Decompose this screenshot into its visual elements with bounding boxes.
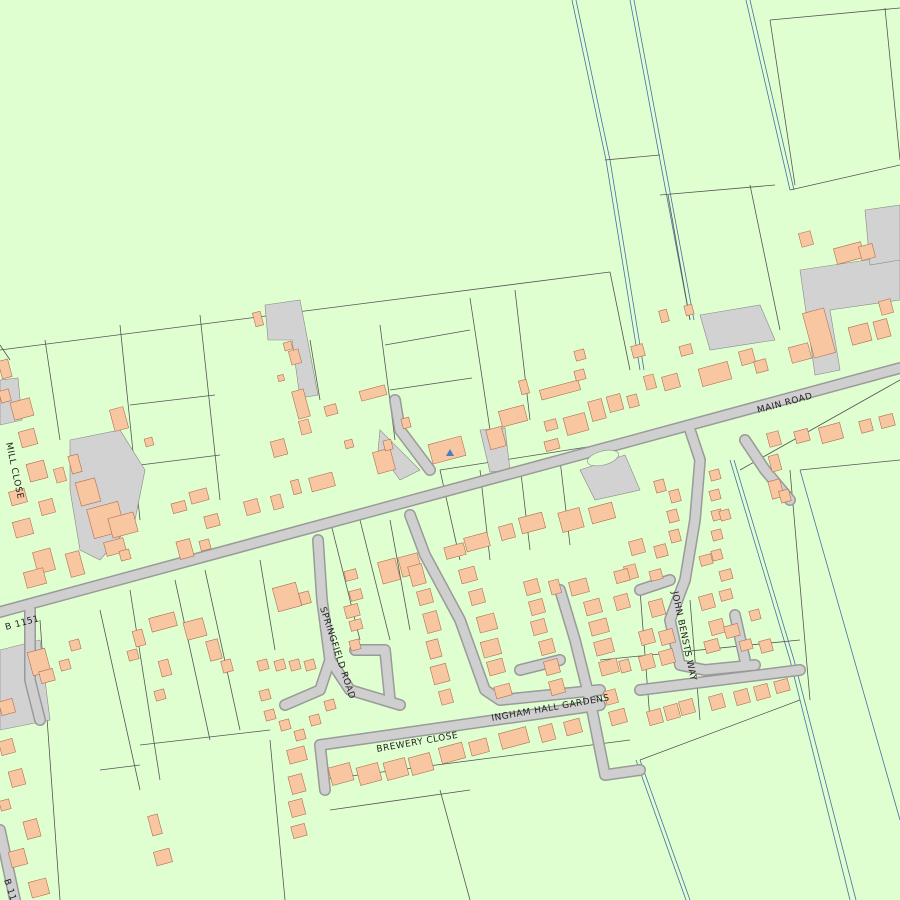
building-footprint [58, 658, 72, 672]
building-footprint [653, 543, 669, 559]
building-footprint [710, 548, 724, 562]
building-footprint [323, 698, 337, 712]
building-footprint [348, 638, 362, 652]
building-footprint [303, 658, 317, 672]
building-footprint [708, 488, 722, 502]
building-footprint [282, 340, 294, 352]
building-footprint [276, 373, 286, 383]
building-footprint [708, 468, 722, 482]
building-footprint [288, 658, 302, 672]
building-footprint [143, 436, 155, 448]
building-footprint [718, 508, 732, 522]
building-footprint [758, 638, 774, 654]
building-footprint [858, 418, 874, 434]
building-footprint [573, 348, 587, 362]
building-footprint [573, 368, 587, 382]
building-footprint [198, 538, 212, 552]
building-footprint [308, 713, 322, 727]
building-footprint [263, 708, 277, 722]
building-footprint [753, 358, 769, 374]
building-footprint [273, 658, 287, 672]
building-footprint [630, 343, 646, 359]
building-footprint [710, 528, 724, 542]
building-footprint [293, 728, 307, 742]
map-canvas[interactable]: MAIN ROAD B 1151 SPRINGFIELD ROAD INGHAM… [0, 0, 900, 900]
building-footprint [343, 438, 355, 450]
building-footprint [126, 648, 140, 662]
building-footprint [118, 548, 132, 562]
building-footprint [258, 688, 272, 702]
building-footprint [68, 638, 82, 652]
building-footprint [153, 688, 167, 702]
building-footprint [748, 608, 762, 622]
building-footprint [278, 718, 292, 732]
building-footprint [256, 658, 270, 672]
